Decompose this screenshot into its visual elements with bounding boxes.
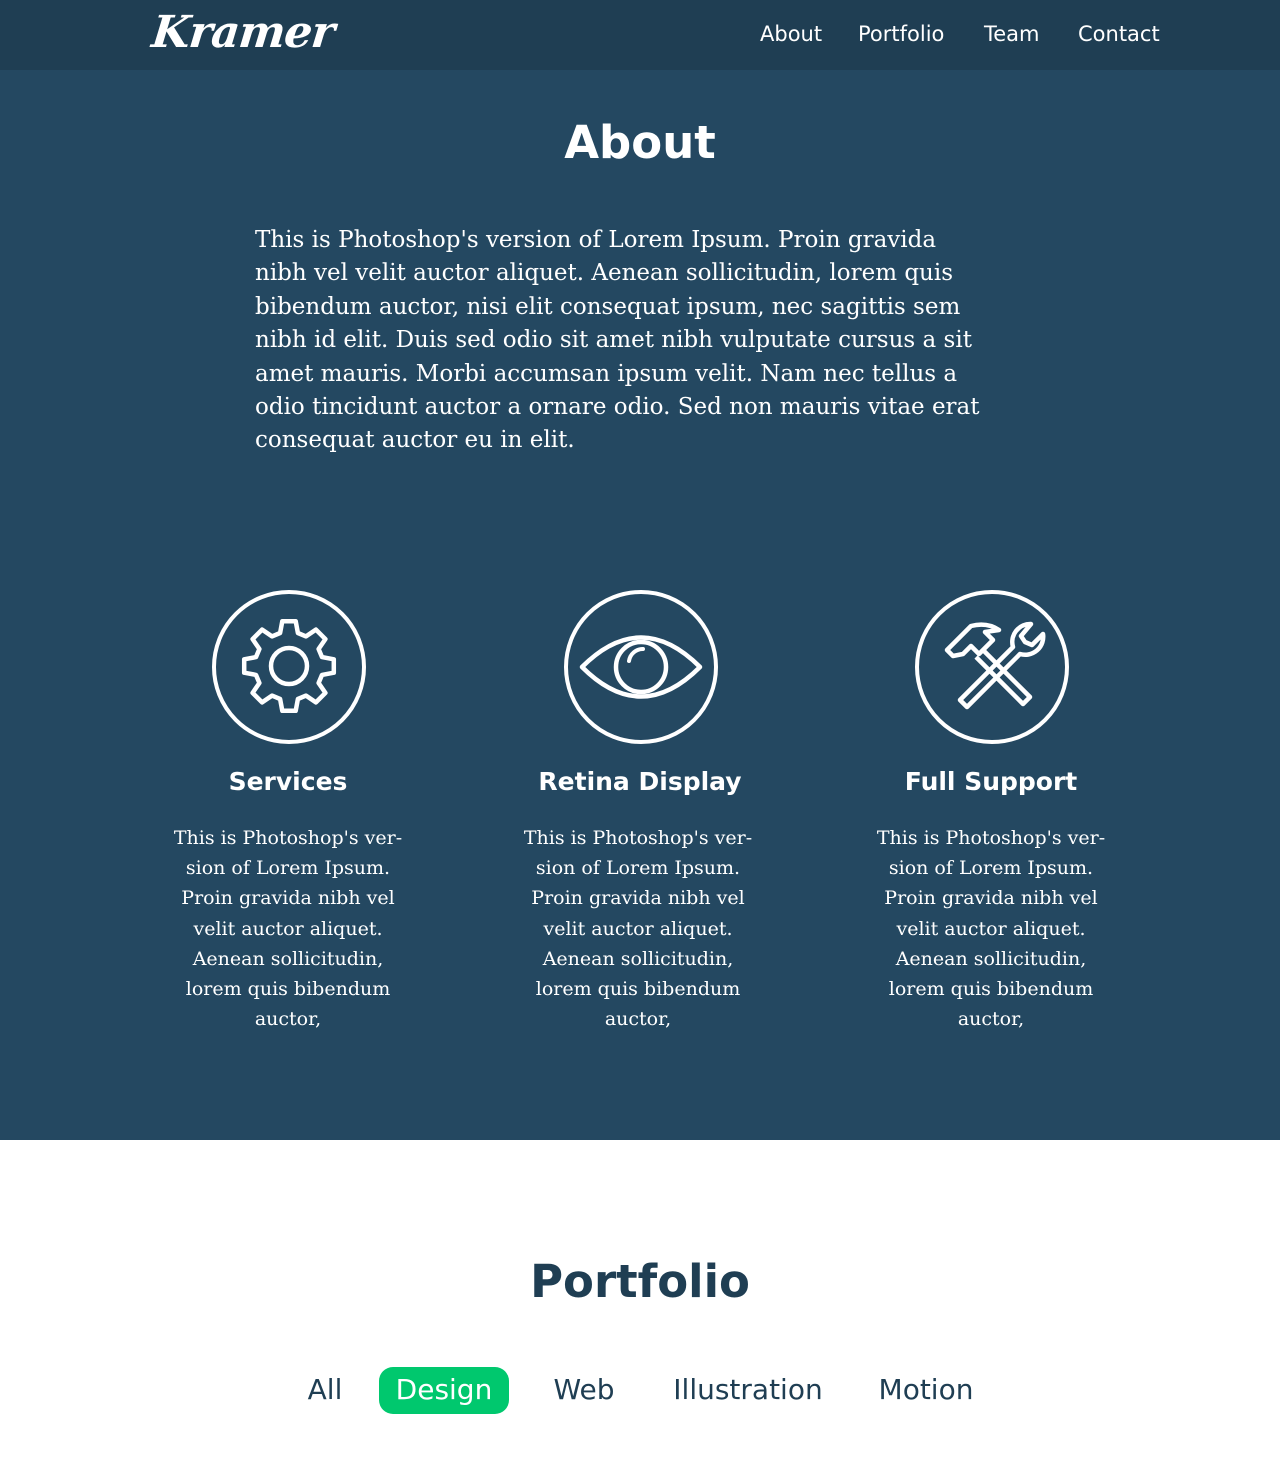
feature-icon-circle [915, 590, 1069, 744]
feature-icon-circle [564, 590, 718, 744]
tools-icon [944, 621, 1046, 710]
filter-design[interactable]: Design [379, 1367, 509, 1414]
eye-icon [579, 635, 703, 699]
feature-title: Retina Display [538, 767, 742, 796]
filter-illustration[interactable]: Illustration [664, 1367, 832, 1414]
portfolio-heading: Portfolio [530, 1255, 750, 1308]
feature-description: This is Photoshop's ver- sion of Lorem I… [876, 827, 1106, 1031]
feature-title: Full Support [904, 767, 1078, 796]
about-heading: About [564, 116, 716, 169]
filter-motion[interactable]: Motion [866, 1367, 986, 1414]
feature-description: This is Photoshop's ver- sion of Lorem I… [523, 827, 753, 1031]
nav-link-team[interactable]: Team [984, 20, 1040, 48]
about-section: About This is Photoshop's version of Lor… [0, 70, 1280, 1140]
gear-icon [241, 618, 337, 714]
brand-logo[interactable]: Kramer [149, 2, 337, 64]
feature-description: This is Photoshop's ver- sion of Lorem I… [173, 827, 403, 1031]
nav-link-about[interactable]: About [760, 20, 822, 48]
nav-link-portfolio[interactable]: Portfolio [858, 20, 944, 48]
filter-all[interactable]: All [296, 1367, 354, 1414]
nav-link-contact[interactable]: Contact [1078, 20, 1160, 48]
feature-icon-circle [212, 590, 366, 744]
filter-web[interactable]: Web [542, 1367, 626, 1414]
about-paragraph: This is Photoshop's version of Lorem Ips… [255, 227, 980, 454]
top-navigation-bar: Kramer About Portfolio Team Contact [0, 0, 1280, 70]
feature-title: Services [228, 767, 348, 796]
